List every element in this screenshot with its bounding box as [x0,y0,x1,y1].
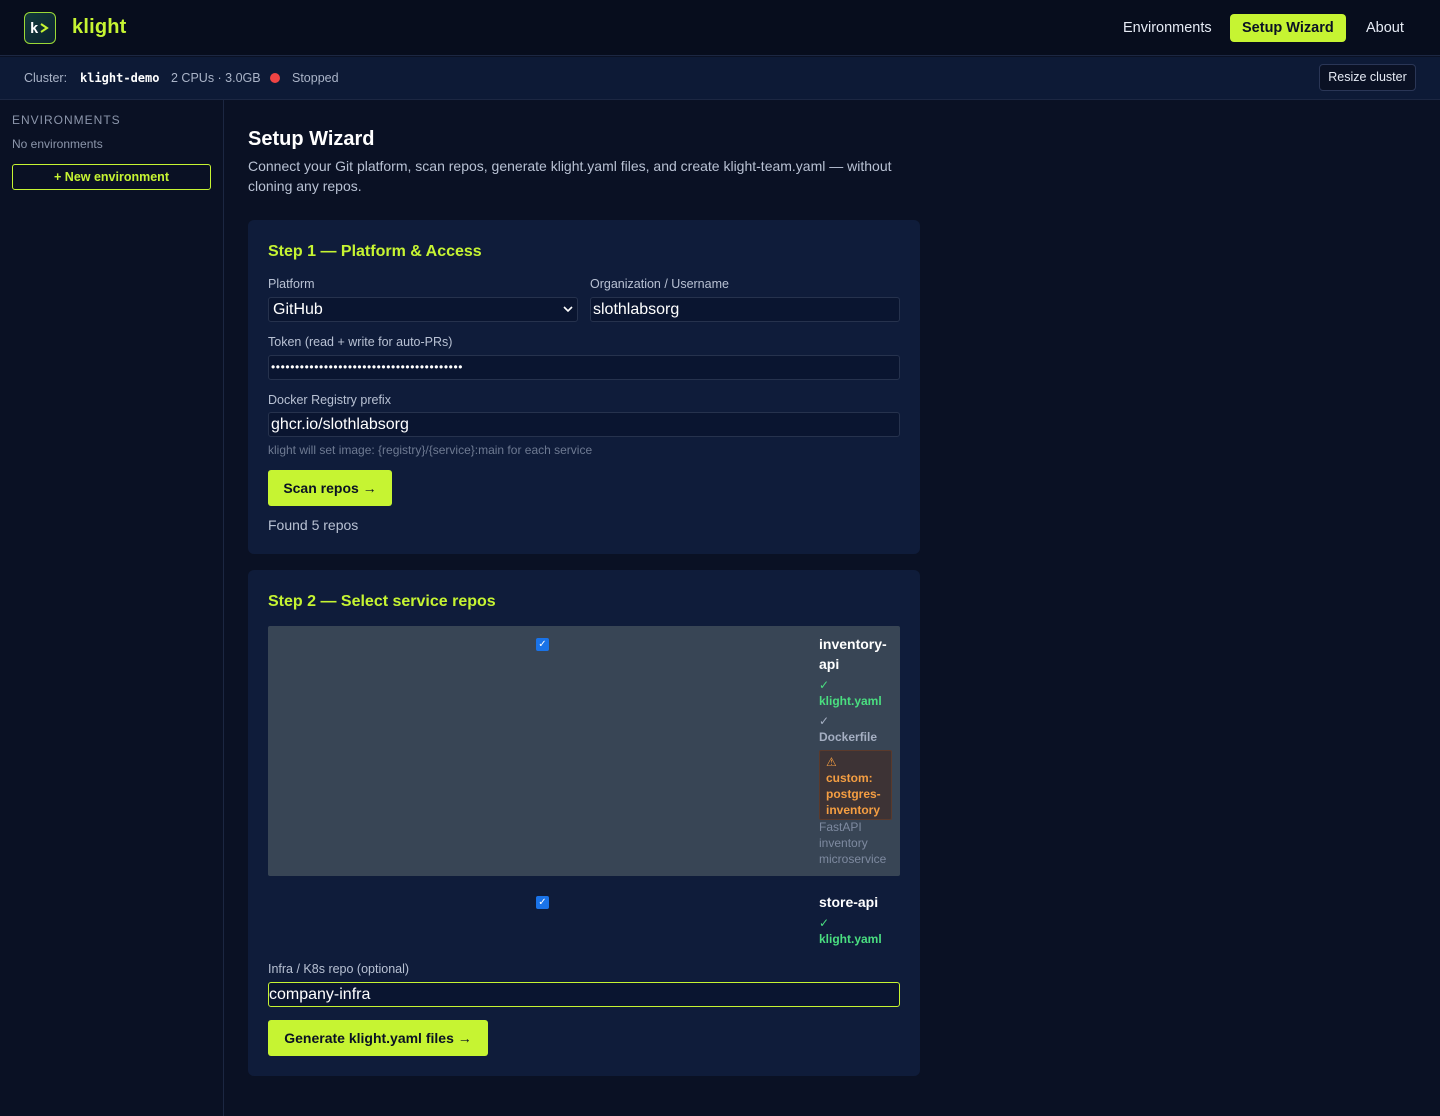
registry-label: Docker Registry prefix [268,393,391,407]
nav-about[interactable]: About [1354,14,1416,42]
warning-icon: ⚠ [826,755,837,769]
token-label: Token (read + write for auto-PRs) [268,335,453,349]
cluster-resources: 2 CPUs · 3.0GB [171,71,261,85]
generate-klight-yaml-button[interactable]: Generate klight.yaml files → [268,1020,488,1056]
sidebar: ENVIRONMENTS No environments + New envir… [0,100,224,1116]
registry-input[interactable]: ghcr.io/slothlabsorg [268,412,900,437]
klight-yaml-check-icon: ✓ [819,916,830,930]
step2-card: Step 2 — Select service repos ✓ inventor… [248,570,920,1076]
klight-logo-icon[interactable]: k [24,12,56,44]
sidebar-heading: ENVIRONMENTS [12,113,121,127]
dockerfile-label: Dockerfile [819,730,878,744]
platform-select[interactable]: GitHub [268,297,578,322]
dockerfile-check-icon: ✓ [819,714,830,728]
nav-setup-wizard[interactable]: Setup Wizard [1230,14,1346,42]
token-input[interactable]: •••••••••••••••••••••••••••••••••••••••• [268,355,900,380]
found-repos-text: Found 5 repos [268,517,359,533]
repo-description: FastAPI inventory microservice [819,819,895,867]
scan-repos-button[interactable]: Scan repos → [268,470,392,506]
chevron-down-icon [563,298,573,330]
registry-hint: klight will set image: {registry}/{servi… [268,443,593,457]
resize-cluster-button[interactable]: Resize cluster [1319,64,1416,91]
new-environment-button[interactable]: + New environment [12,164,211,190]
repo-name-line: api [819,656,840,672]
cluster-status: Stopped [292,71,339,85]
cluster-name: klight-demo [80,71,160,85]
repo-description-line: microservice [819,852,887,866]
org-label: Organization / Username [590,277,729,291]
infra-label: Infra / K8s repo (optional) [268,962,410,976]
step1-title: Step 1 — Platform & Access [268,243,482,260]
svg-text:k: k [30,21,39,36]
warning-text-line: custom: [826,771,873,785]
status-dot-icon [270,73,280,83]
platform-select-value: GitHub [273,301,323,318]
repo-checkbox-checked-icon[interactable]: ✓ [536,638,549,651]
top-navbar: k klight Environments Setup Wizard About [0,0,1440,56]
warning-text-line: inventory [826,803,881,817]
klight-yaml-label: klight.yaml [819,694,882,708]
klight-yaml-label: klight.yaml [819,932,882,946]
org-input[interactable]: slothlabsorg [590,297,900,322]
cluster-label: Cluster: [24,71,68,85]
platform-label: Platform [268,277,315,291]
repo-name: store-api [819,894,879,910]
page-description: Connect your Git platform, scan repos, g… [248,158,892,194]
step2-title: Step 2 — Select service repos [268,593,496,610]
app-name[interactable]: klight [72,16,127,39]
infra-repo-input[interactable]: company-infra [268,982,900,1007]
repo-description-line: FastAPI [819,820,862,834]
repo-row-inventory-api[interactable]: ✓ inventory- api ✓ klight.yaml ✓ Dockerf… [268,626,900,876]
page-title: Setup Wizard [248,128,375,150]
repo-name: inventory- api [819,634,891,674]
custom-image-warning: ⚠ custom: postgres- inventory [819,750,892,820]
repo-name-line: inventory- [819,636,887,652]
logo-glyph-icon: k [30,21,49,36]
klight-yaml-check-icon: ✓ [819,678,830,692]
nav-environments[interactable]: Environments [1111,14,1224,42]
warning-text-line: postgres- [826,787,881,801]
step1-card: Step 1 — Platform & Access Platform GitH… [248,220,920,554]
cluster-bar: Cluster: klight-demo 2 CPUs · 3.0GB Stop… [0,57,1440,100]
repo-checkbox-checked-icon[interactable]: ✓ [536,896,549,909]
sidebar-empty-text: No environments [12,137,103,151]
repo-description-line: inventory [819,836,868,850]
repo-row-store-api[interactable]: ✓ store-api ✓ klight.yaml [268,888,900,950]
